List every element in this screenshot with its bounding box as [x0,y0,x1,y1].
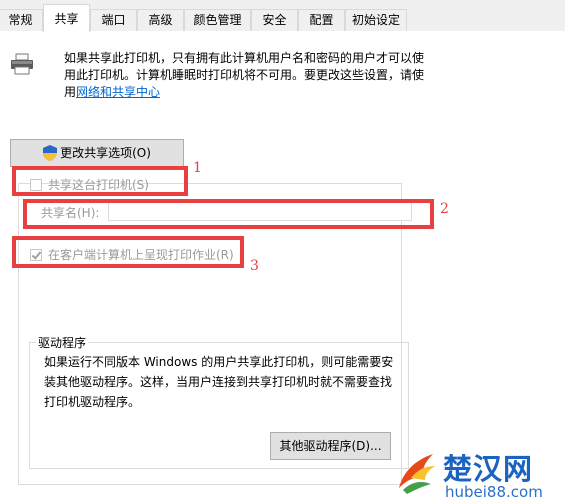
drivers-description-line: 打印机驱动程序。 [44,395,141,409]
description-line: 如果共享此打印机，只有拥有此计算机用户名和密码的用户才可以使 [64,51,425,65]
annotation-box-1 [12,166,188,196]
annotation-box-3 [12,236,244,268]
watermark-title: 楚汉网 [443,452,534,486]
tab-general[interactable]: 常规 [0,9,43,31]
description-line: 用此打印机。计算机睡眠时打印机将不可用。要更改这些设置，请使 [64,68,425,82]
tab-color-management[interactable]: 颜色管理 [184,9,251,31]
watermark-bird-icon [399,454,435,494]
annotation-number-2: 2 [440,201,449,217]
uac-shield-icon [43,144,58,161]
additional-drivers-button[interactable]: 其他驱动程序(D)... [270,432,391,460]
tab-advanced[interactable]: 高级 [137,9,184,31]
tab-security[interactable]: 安全 [251,9,298,31]
network-sharing-center-link[interactable]: 网络和共享中心 [76,85,160,99]
description-prefix: 用 [64,85,77,99]
change-sharing-options-button[interactable]: 更改共享选项(O) [10,139,184,167]
drivers-legend: 驱动程序 [36,334,89,351]
annotation-box-2 [23,199,434,229]
tab-ports[interactable]: 端口 [90,9,137,31]
annotation-number-3: 3 [250,258,259,274]
tab-configuration[interactable]: 配置 [298,9,345,31]
drivers-description: 如果运行不同版本 Windows 的用户共享此打印机，则可能需要安 装其他驱动程… [44,352,404,412]
watermark-url: hubei88.com [445,483,543,501]
annotation-number-1: 1 [193,160,202,176]
printer-icon [11,53,33,75]
drivers-description-line: 装其他驱动程序。这样，当用户连接到共享打印机时就不需要查找 [44,375,393,389]
tab-bar: 常规 共享 端口 高级 颜色管理 安全 配置 初始设定 [0,0,565,32]
drivers-description-line: 如果运行不同版本 Windows 的用户共享此打印机，则可能需要安 [44,355,394,369]
tab-sharing[interactable]: 共享 [43,4,90,32]
watermark-logo: 楚汉网 hubei88.com [393,446,561,502]
description-line: 用网络和共享中心 [64,84,534,101]
change-sharing-options-label: 更改共享选项(O) [60,146,151,160]
sharing-description: 如果共享此打印机，只有拥有此计算机用户名和密码的用户才可以使 用此打印机。计算机… [64,50,534,101]
tab-initial-settings[interactable]: 初始设定 [345,9,407,31]
